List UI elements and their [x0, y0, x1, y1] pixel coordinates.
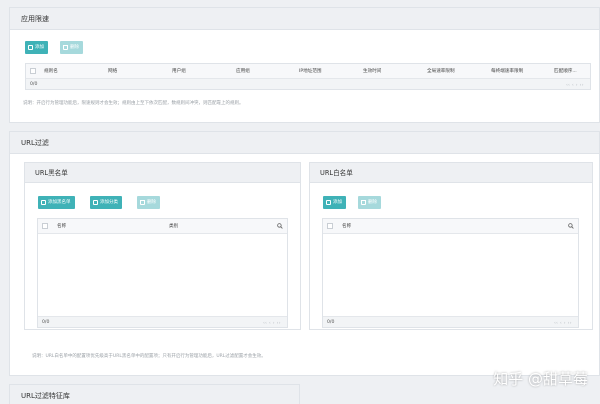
whitelist-add-button[interactable]: 添加 [323, 196, 346, 209]
rate-limit-delete-label: 删除 [70, 45, 79, 50]
trash-icon [63, 45, 68, 50]
add-blacklist-label: 添加黑名单 [48, 200, 71, 205]
url-whitelist-count: 0/0 [327, 320, 335, 325]
rate-limit-table-footer: 0/0 ‹‹ ‹ › ›› [26, 78, 590, 89]
watermark-text: 知乎 @甜草莓 [493, 370, 588, 388]
add-icon [326, 200, 331, 205]
rate-limit-title: 应用限速 [10, 8, 599, 30]
rate-limit-count: 0/0 [30, 82, 38, 87]
rate-limit-note: 说明：开启行为管理功能后，限速规则才会生效；规则由上至下依次匹配，数规则间冲突，… [23, 101, 244, 106]
trash-icon [140, 200, 145, 205]
col-ip-range[interactable]: IP地址范围 [299, 64, 322, 79]
url-whitelist-panel: URL白名单 添加 删除 名称 0/0 ‹‹ ‹ › ›› [309, 162, 593, 330]
whitelist-add-label: 添加 [333, 200, 342, 205]
col-user-group[interactable]: 用户组 [172, 64, 186, 79]
add-icon [93, 200, 98, 205]
url-feature-section: URL过滤特征库 [9, 384, 300, 404]
rate-limit-add-label: 添加 [35, 45, 44, 50]
rate-limit-section: 应用限速 添加 删除 规则名 网络 用户组 应用组 IP地址范围 生效时间 全局… [9, 7, 600, 123]
trash-icon [361, 200, 366, 205]
select-all-checkbox[interactable] [30, 68, 36, 74]
url-blacklist-count: 0/0 [42, 320, 50, 325]
rate-limit-table: 规则名 网络 用户组 应用组 IP地址范围 生效时间 全局速率限制 每终端速率限… [25, 63, 591, 90]
col-match-order[interactable]: 匹配顺序... [554, 64, 577, 79]
col-effective-time[interactable]: 生效时间 [363, 64, 381, 79]
add-icon [41, 200, 46, 205]
add-category-button[interactable]: 添加分类 [90, 196, 122, 209]
col-app-group[interactable]: 应用组 [236, 64, 250, 79]
rate-limit-delete-button[interactable]: 删除 [60, 41, 83, 54]
url-blacklist-pager[interactable]: ‹‹ ‹ › ›› [263, 317, 281, 328]
add-blacklist-button[interactable]: 添加黑名单 [38, 196, 75, 209]
whitelist-delete-button[interactable]: 删除 [358, 196, 381, 209]
search-icon[interactable] [568, 223, 574, 229]
rate-limit-pager[interactable]: ‹‹ ‹ › ›› [566, 79, 584, 90]
col-global-rate[interactable]: 全局速率限制 [427, 64, 455, 79]
url-filter-note: 说明：URL白名单中的配置项优先级高于URL黑名单中的配置项；只有开启行为管理功… [32, 354, 266, 359]
url-filter-title: URL过滤 [10, 132, 599, 154]
select-all-checkbox[interactable] [327, 223, 333, 229]
url-blacklist-panel: URL黑名单 添加黑名单 添加分类 删除 名称 类别 0/0 ‹‹ ‹ › ›› [24, 162, 301, 330]
col-name[interactable]: 名称 [57, 219, 66, 234]
select-all-checkbox[interactable] [42, 223, 48, 229]
search-icon[interactable] [277, 223, 283, 229]
url-blacklist-table: 名称 类别 0/0 ‹‹ ‹ › ›› [37, 218, 288, 328]
blacklist-delete-label: 删除 [147, 200, 156, 205]
rate-limit-add-button[interactable]: 添加 [25, 41, 48, 54]
url-whitelist-title: URL白名单 [310, 163, 592, 183]
url-whitelist-table-header: 名称 [323, 219, 578, 234]
col-rule-name[interactable]: 规则名 [44, 64, 58, 79]
col-name[interactable]: 名称 [342, 219, 351, 234]
url-filter-section: URL过滤 URL黑名单 添加黑名单 添加分类 删除 名称 类别 0/0 ‹‹ … [9, 131, 600, 376]
url-whitelist-pager[interactable]: ‹‹ ‹ › ›› [554, 317, 572, 328]
add-category-label: 添加分类 [100, 200, 118, 205]
add-icon [28, 45, 33, 50]
url-feature-title: URL过滤特征库 [10, 385, 299, 404]
col-category[interactable]: 类别 [169, 219, 178, 234]
col-terminal-rate[interactable]: 每终端速率限制 [491, 64, 523, 79]
url-whitelist-table-footer: 0/0 ‹‹ ‹ › ›› [323, 316, 578, 327]
url-blacklist-table-header: 名称 类别 [38, 219, 287, 234]
url-blacklist-title: URL黑名单 [25, 163, 300, 183]
col-network[interactable]: 网络 [108, 64, 117, 79]
url-blacklist-table-footer: 0/0 ‹‹ ‹ › ›› [38, 316, 287, 327]
rate-limit-table-header: 规则名 网络 用户组 应用组 IP地址范围 生效时间 全局速率限制 每终端速率限… [26, 64, 590, 79]
whitelist-delete-label: 删除 [368, 200, 377, 205]
url-whitelist-table: 名称 0/0 ‹‹ ‹ › ›› [322, 218, 579, 328]
blacklist-delete-button[interactable]: 删除 [137, 196, 160, 209]
